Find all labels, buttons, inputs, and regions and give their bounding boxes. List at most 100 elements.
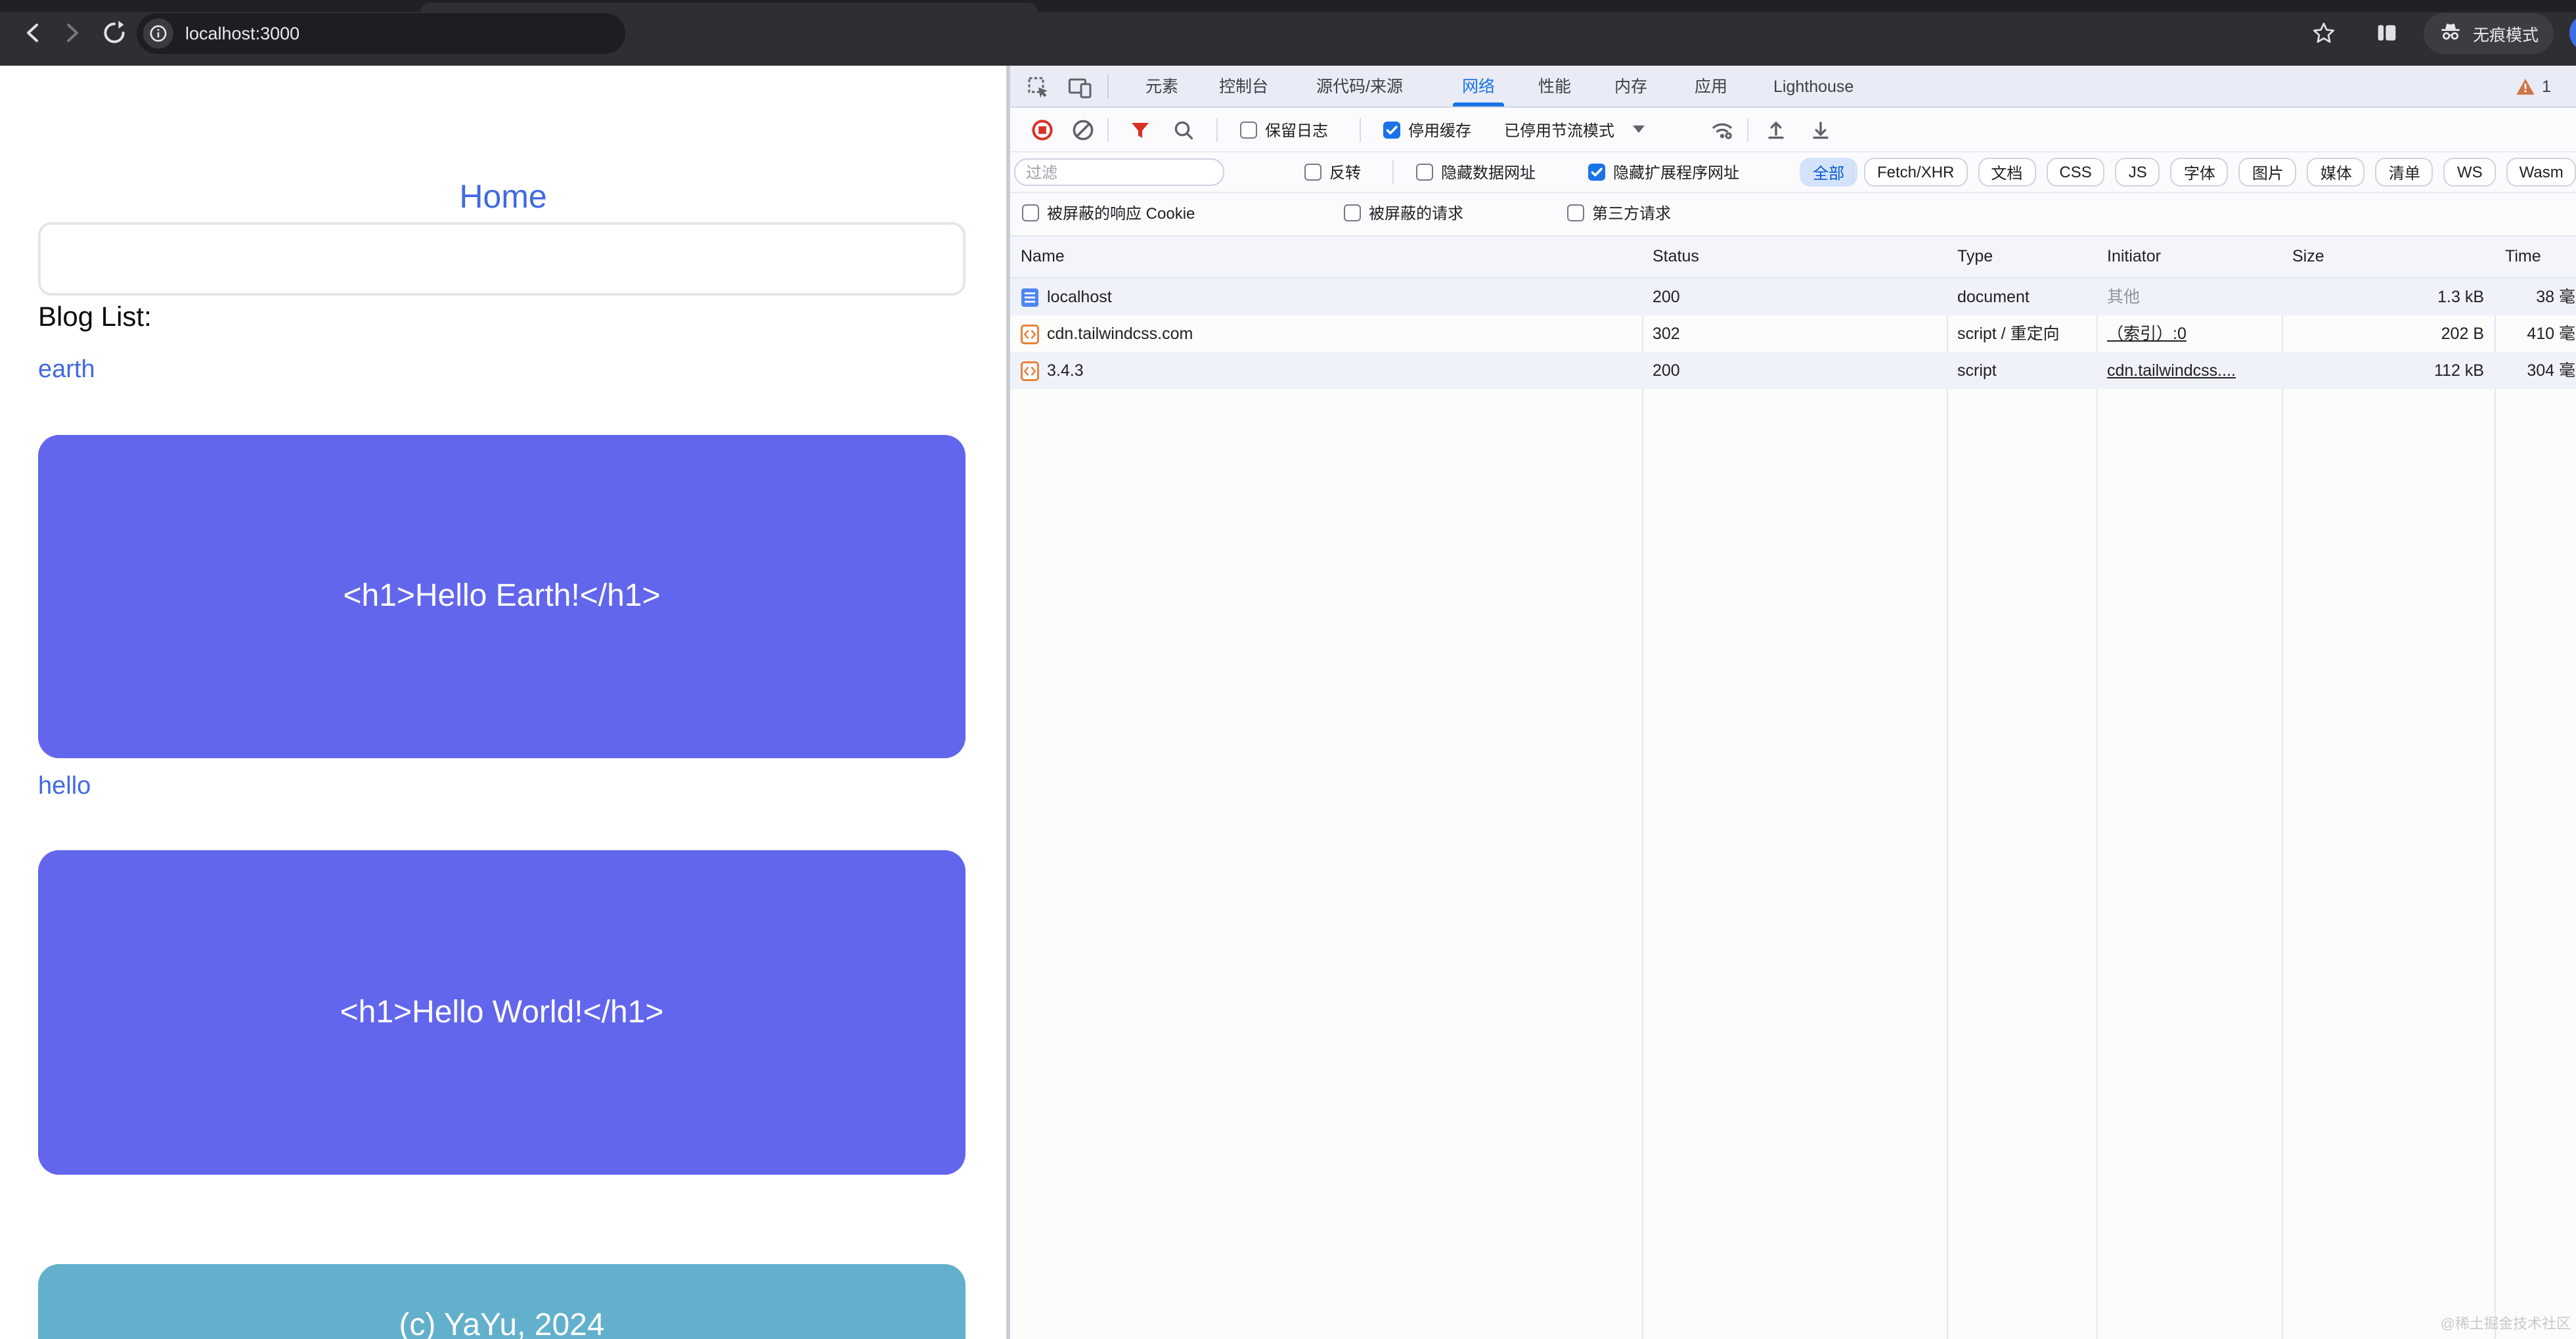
filter-chip-wasm[interactable]: Wasm (2506, 158, 2576, 187)
tab-performance[interactable]: 性能 (1538, 66, 1571, 106)
hide-data-urls-checkbox[interactable]: 隐藏数据网址 (1416, 161, 1536, 183)
tab-console[interactable]: 控制台 (1219, 66, 1268, 106)
profile-avatar[interactable] (2569, 14, 2576, 51)
tab-network[interactable]: 网络 (1452, 66, 1505, 106)
incognito-label: 无痕模式 (2472, 26, 2539, 45)
earth-link[interactable]: earth (38, 356, 95, 385)
request-type: script (1957, 361, 1997, 380)
blocked-cookies-label: 被屏蔽的响应 Cookie (1047, 204, 1195, 223)
filter-input[interactable] (1014, 158, 1224, 186)
third-party-checkbox[interactable]: 第三方请求 (1567, 202, 1671, 224)
filter-chip-media[interactable]: 媒体 (2307, 158, 2365, 187)
toolbar-separator (1107, 118, 1109, 141)
hello-link[interactable]: hello (38, 773, 91, 802)
request-status: 200 (1653, 361, 1680, 380)
export-har-icon[interactable] (1810, 119, 1831, 140)
url-bar[interactable]: localhost:3000 (137, 13, 625, 54)
checkbox-checked[interactable] (1383, 121, 1400, 138)
filter-chip-css[interactable]: CSS (2046, 158, 2105, 187)
network-filter-row: 反转 隐藏数据网址 隐藏扩展程序网址 全部 Fetch/XHR 文档 CSS J… (1010, 152, 2576, 193)
column-header-status[interactable]: Status (1653, 237, 1699, 277)
hide-extension-urls-checkbox[interactable]: 隐藏扩展程序网址 (1588, 161, 1739, 183)
checkbox-unchecked[interactable] (1416, 164, 1433, 181)
throttling-label: 已停用节流模式 (1504, 121, 1615, 139)
tab-memory[interactable]: 内存 (1614, 66, 1647, 106)
script-icon (1021, 361, 1039, 381)
tab-application[interactable]: 应用 (1695, 66, 1727, 106)
checkbox-unchecked[interactable] (1344, 204, 1361, 221)
filter-chip-font[interactable]: 字体 (2170, 158, 2229, 187)
column-divider[interactable] (2097, 235, 2098, 1339)
request-size: 1.3 kB (2437, 288, 2484, 306)
back-icon[interactable] (18, 18, 47, 47)
preserve-log-checkbox[interactable]: 保留日志 (1240, 118, 1328, 141)
side-panel-icon[interactable] (2372, 18, 2401, 47)
column-header-time[interactable]: Time (2505, 237, 2541, 277)
column-divider[interactable] (2495, 235, 2496, 1339)
tab-sources[interactable]: 源代码/来源 (1316, 66, 1403, 106)
active-tab[interactable] (420, 3, 1038, 12)
table-row[interactable]: cdn.tailwindcss.com 302 script / 重定向 （索引… (1010, 315, 2576, 352)
checkbox-unchecked[interactable] (1240, 121, 1257, 138)
filter-chips: Fetch/XHR 文档 CSS JS 字体 图片 媒体 清单 WS Wasm … (1864, 158, 2576, 187)
import-har-icon[interactable] (1765, 119, 1787, 140)
checkbox-unchecked[interactable] (1304, 164, 1321, 181)
reload-icon[interactable] (100, 18, 129, 47)
tabbar-separator (1107, 75, 1109, 99)
browser-window: localhost:3000 无痕模式 Home Blog List: eart… (0, 0, 2576, 1339)
filter-chip-doc[interactable]: 文档 (1978, 158, 2036, 187)
filter-chip-fetch-xhr[interactable]: Fetch/XHR (1864, 158, 1968, 187)
filter-chip-all[interactable]: 全部 (1800, 158, 1858, 187)
tab-lighthouse[interactable]: Lighthouse (1773, 66, 1854, 106)
issues-counter[interactable]: 1 (2516, 66, 2551, 108)
filter-chip-manifest[interactable]: 清单 (2375, 158, 2433, 187)
filter-separator (1852, 160, 1854, 184)
preserve-log-label: 保留日志 (1265, 121, 1329, 139)
filter-chip-img[interactable]: 图片 (2238, 158, 2297, 187)
bookmark-star-icon[interactable] (2309, 18, 2338, 47)
column-header-type[interactable]: Type (1957, 237, 1993, 277)
filter-funnel-icon[interactable] (1130, 119, 1151, 140)
blog-list-heading: Blog List: (38, 302, 152, 332)
column-divider[interactable] (2282, 235, 2283, 1339)
table-row[interactable]: localhost 200 document 其他 1.3 kB 38 毫秒 (1010, 279, 2576, 315)
incognito-icon (2439, 19, 2464, 48)
request-name: 3.4.3 (1047, 361, 1084, 380)
tab-elements[interactable]: 元素 (1145, 66, 1178, 106)
blocked-requests-checkbox[interactable]: 被屏蔽的请求 (1344, 202, 1463, 224)
search-icon[interactable] (1173, 119, 1194, 140)
request-size: 112 kB (2434, 361, 2484, 380)
hide-data-urls-label: 隐藏数据网址 (1441, 164, 1536, 182)
network-filter-row-2: 被屏蔽的响应 Cookie 被屏蔽的请求 第三方请求 (1010, 193, 2576, 233)
inspect-element-icon[interactable] (1026, 75, 1050, 99)
column-header-initiator[interactable]: Initiator (2107, 237, 2161, 277)
table-row[interactable]: 3.4.3 200 script cdn.tailwindcss.... 112… (1010, 352, 2576, 389)
checkbox-unchecked[interactable] (1022, 204, 1039, 221)
column-header-name[interactable]: Name (1021, 237, 1065, 277)
forward-icon[interactable] (58, 18, 87, 47)
request-initiator-link[interactable]: （索引）:0 (2107, 315, 2275, 352)
clear-icon[interactable] (1072, 118, 1094, 141)
throttling-select[interactable]: 已停用节流模式 (1504, 118, 1645, 141)
column-header-size[interactable]: Size (2292, 237, 2324, 277)
network-conditions-icon[interactable] (1710, 119, 1734, 140)
invert-checkbox[interactable]: 反转 (1304, 161, 1361, 183)
table-header: Name Status Type Initiator Size Time (1010, 235, 2576, 279)
devtools-panel: 元素 控制台 源代码/来源 网络 性能 内存 应用 Lighthouse 1 保… (1010, 66, 2576, 1339)
filter-chip-js[interactable]: JS (2115, 158, 2160, 187)
checkbox-checked[interactable] (1588, 164, 1605, 181)
request-initiator-link[interactable]: cdn.tailwindcss.... (2107, 352, 2275, 389)
disable-cache-checkbox[interactable]: 停用缓存 (1383, 118, 1471, 141)
filter-chip-ws[interactable]: WS (2443, 158, 2496, 187)
world-card-text: <h1>Hello World!</h1> (340, 994, 664, 1030)
blocked-cookies-checkbox[interactable]: 被屏蔽的响应 Cookie (1022, 202, 1195, 224)
column-divider[interactable] (1947, 235, 1948, 1339)
site-info-icon[interactable] (143, 18, 173, 49)
device-toolbar-icon[interactable] (1068, 75, 1092, 99)
checkbox-unchecked[interactable] (1567, 204, 1584, 221)
record-icon[interactable] (1031, 118, 1054, 141)
column-divider[interactable] (1642, 235, 1643, 1339)
home-link[interactable]: Home (0, 179, 1006, 217)
page-input[interactable] (38, 222, 966, 296)
request-time: 304 毫秒 (2527, 361, 2576, 380)
